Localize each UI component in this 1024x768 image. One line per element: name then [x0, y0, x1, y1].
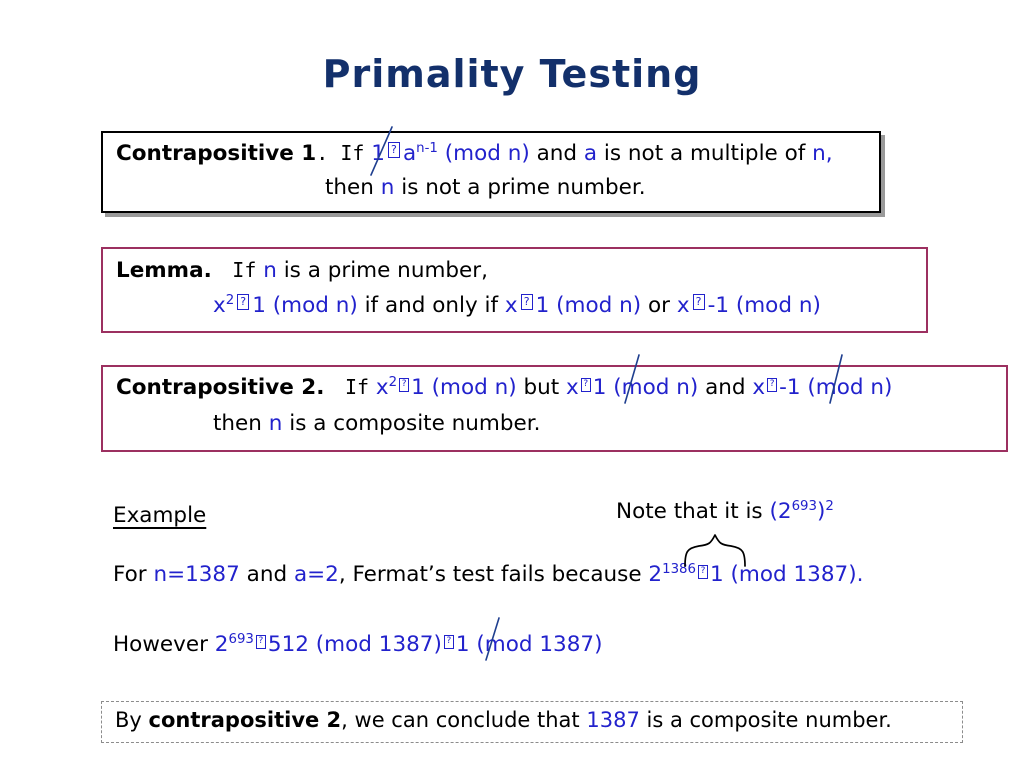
conclusion-tail: is a composite number.: [646, 708, 892, 732]
contrapositive-1-line-1: Contrapositive 1. If 1? an-1 (mod n) and …: [116, 141, 833, 166]
contrapositive-1-var-a: a: [583, 141, 598, 166]
congruent-symbol: ?: [399, 378, 410, 392]
contrapositive-2-line-2: then n is a composite number.: [213, 411, 540, 436]
note-text: Note that it is: [616, 499, 763, 524]
contrapositive-1-conclusion: is not a prime number.: [401, 175, 646, 200]
lemma-if: If: [232, 258, 257, 282]
conclusion-by: By: [115, 708, 142, 732]
conclusion-mid: , we can conclude that: [341, 708, 580, 732]
for-and: and: [246, 562, 288, 587]
contrapositive-2-then: then: [213, 411, 262, 436]
lemma-one: 1 (mod n): [252, 293, 358, 318]
contrapositive-2-and: and: [705, 375, 746, 400]
conclusion-box: By contrapositive 2, we can conclude tha…: [101, 701, 963, 743]
for-label: For: [113, 562, 147, 587]
contrapositive-2-one: 1 (mod n): [411, 375, 517, 400]
not-congruent-symbol: ?: [443, 635, 454, 649]
conclusion-line: By contrapositive 2, we can conclude tha…: [115, 708, 892, 733]
lemma-line-2: x2? 1 (mod n) if and only if x? 1 (mod n) …: [213, 293, 821, 318]
example-fermat-line: For n=1387 and a=2, Fermat’s test fails …: [113, 562, 863, 587]
contrapositive-2-x-2: x: [566, 375, 579, 400]
contrapositive-2-conclusion: is a composite number.: [289, 411, 541, 436]
lemma-one-2: 1 (mod n): [535, 293, 642, 318]
contrapositive-1-line-2: then n is not a prime number.: [325, 175, 646, 200]
fermat-text: , Fermat’s test fails because: [338, 562, 642, 587]
contrapositive-2-but: but: [523, 375, 560, 400]
not-congruent-symbol: ?: [698, 565, 709, 579]
however-mid-value: 512 (mod 1387): [267, 632, 442, 657]
lemma-box: Lemma. If n is a prime number, x2? 1 (mod…: [101, 247, 928, 333]
contrapositive-1-a: an-1: [402, 140, 438, 166]
lemma-line-1-tail: is a prime number,: [283, 258, 488, 283]
contrapositive-2-n: n: [268, 411, 283, 436]
lemma-n: n: [263, 258, 277, 283]
contrapositive-1-and: and: [536, 141, 578, 166]
not-congruent-symbol: ?: [387, 142, 400, 158]
note-expression: (2693)2: [769, 498, 834, 524]
contrapositive-2-if: If: [344, 375, 370, 399]
contrapositive-2-line-1: Contrapositive 2. If x2? 1 (mod n) but x?…: [116, 375, 892, 400]
contrapositive-1-mod: (mod n): [444, 141, 530, 166]
example-heading: Example: [113, 503, 207, 528]
two-power-693: 2693: [214, 631, 254, 657]
however-label: However: [113, 632, 208, 657]
not-congruent-symbol-1: ?: [580, 378, 591, 392]
lemma-line-1: Lemma. If n is a prime number,: [116, 258, 488, 283]
lemma-iff: if and only if: [364, 293, 499, 318]
two-power-1386: 21386: [648, 561, 697, 587]
lemma-or: or: [648, 293, 670, 318]
page-title: Primality Testing: [322, 52, 702, 96]
not-congruent-symbol-2: ?: [767, 378, 778, 392]
contrapositive-2-x-squared: x2: [375, 374, 398, 400]
lemma-x-2: x: [504, 293, 518, 318]
contrapositive-1-tail: is not a multiple of: [603, 141, 806, 166]
n-value: n=1387: [153, 562, 240, 587]
congruent-symbol-3: ?: [692, 294, 705, 310]
lemma-neg-one: -1 (mod n): [707, 293, 821, 318]
conclusion-reference: contrapositive 2: [148, 708, 342, 732]
contrapositive-1-label: Contrapositive 1: [116, 141, 317, 166]
congruent-symbol: ?: [237, 294, 250, 310]
contrapositive-2-box: Contrapositive 2. If x2? 1 (mod n) but x?…: [101, 365, 1008, 452]
a-value: a=2: [293, 562, 339, 587]
contrapositive-1-box: Contrapositive 1. If 1? an-1 (mod n) and …: [101, 131, 881, 213]
slide-canvas: Primality Testing Contrapositive 1. If 1…: [0, 0, 1024, 768]
note-annotation: Note that it is (2693)2: [616, 499, 834, 524]
contrapositive-1-one: 1: [371, 141, 385, 166]
contrapositive-2-neg-one: -1 (mod n): [779, 375, 893, 400]
lemma-x-squared: x2: [213, 292, 235, 318]
congruent-symbol: ?: [255, 635, 266, 649]
however-result: 1 (mod 1387): [455, 632, 603, 657]
contrapositive-1-if: . If: [316, 141, 365, 165]
contrapositive-1-n: n,: [812, 141, 833, 166]
contrapositive-2-x-3: x: [752, 375, 766, 400]
contrapositive-1-then: then: [325, 175, 374, 200]
congruent-symbol-2: ?: [520, 294, 533, 310]
lemma-x-3: x: [676, 293, 690, 318]
lemma-label: Lemma.: [116, 258, 212, 283]
fermat-result: 1 (mod 1387).: [710, 562, 864, 587]
contrapositive-1-n2: n: [380, 175, 395, 200]
example-however-line: However 2693? 512 (mod 1387)? 1 (mod 1387): [113, 632, 602, 657]
contrapositive-2-one-2: 1 (mod n): [592, 375, 699, 400]
contrapositive-2-label: Contrapositive 2.: [116, 375, 325, 400]
conclusion-number: 1387: [586, 708, 640, 732]
